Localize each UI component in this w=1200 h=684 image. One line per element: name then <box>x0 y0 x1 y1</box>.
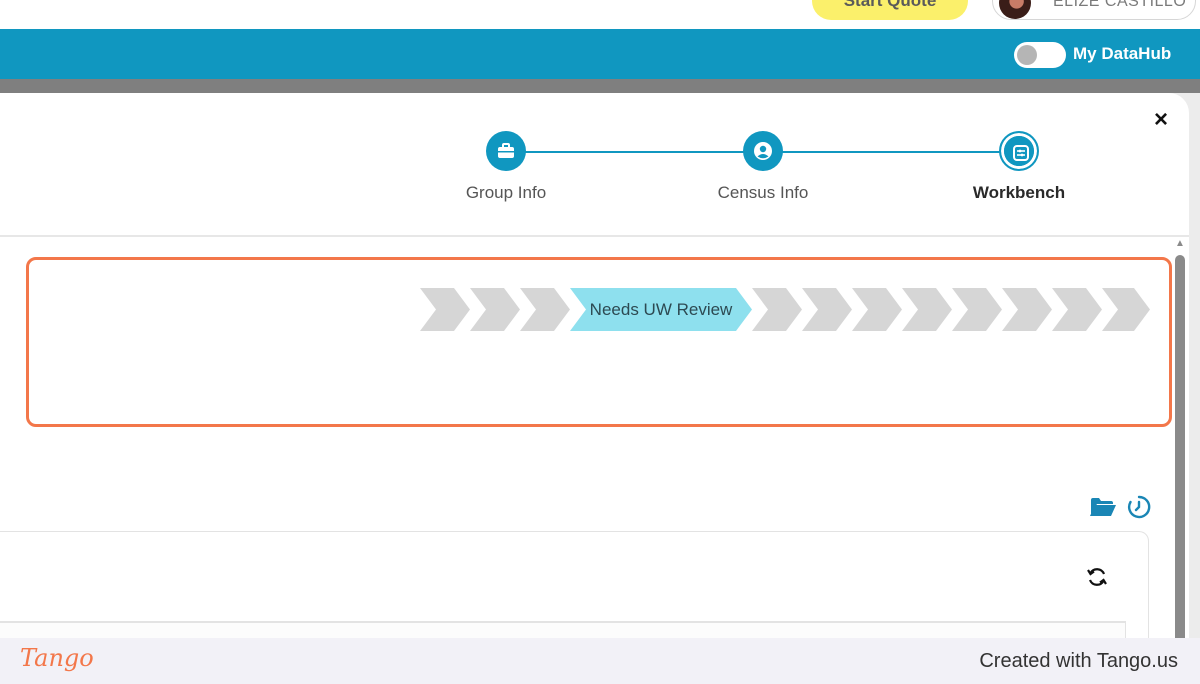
step-label: Group Info <box>465 183 547 202</box>
header-bar: My DataHub <box>0 29 1200 79</box>
datahub-toggle[interactable] <box>1014 42 1066 68</box>
history-clock-icon[interactable] <box>1127 495 1151 519</box>
step-census-info[interactable]: Census Info <box>693 131 833 203</box>
user-circle-icon <box>743 131 783 171</box>
datahub-label: My DataHub <box>1073 44 1172 63</box>
quote-modal: × Group Info Census Info Workbench ▲ Nee… <box>0 93 1189 653</box>
step-workbench[interactable]: Workbench <box>949 131 1089 203</box>
close-button[interactable]: × <box>1148 107 1174 133</box>
highlight-box <box>26 257 1172 427</box>
tango-credit: Created with Tango.us <box>979 650 1178 672</box>
pipeline-stage-current: Needs UW Review <box>570 288 752 331</box>
sliders-icon <box>999 131 1039 171</box>
folder-open-icon[interactable] <box>1089 496 1117 518</box>
refresh-icon[interactable] <box>1086 566 1108 588</box>
user-menu[interactable]: ELIZE CASTILLO <box>992 0 1196 20</box>
backdrop <box>0 79 1200 93</box>
step-label: Workbench <box>972 183 1066 202</box>
scroll-up-arrow[interactable]: ▲ <box>1173 237 1187 251</box>
avatar <box>999 0 1031 19</box>
step-group-info[interactable]: Group Info <box>436 131 576 203</box>
tango-footer: Tango Created with Tango.us <box>0 638 1200 684</box>
header-divider <box>0 235 1189 237</box>
scrollbar-thumb[interactable] <box>1175 255 1185 653</box>
step-label: Census Info <box>717 183 809 202</box>
tango-logo: Tango <box>20 644 94 672</box>
toggle-knob <box>1017 45 1037 65</box>
start-quote-button[interactable]: Start Quote <box>812 0 968 20</box>
briefcase-icon <box>486 131 526 171</box>
user-name: ELIZE CASTILLO <box>1053 0 1187 10</box>
top-strip: Start Quote ELIZE CASTILLO <box>0 0 1200 29</box>
